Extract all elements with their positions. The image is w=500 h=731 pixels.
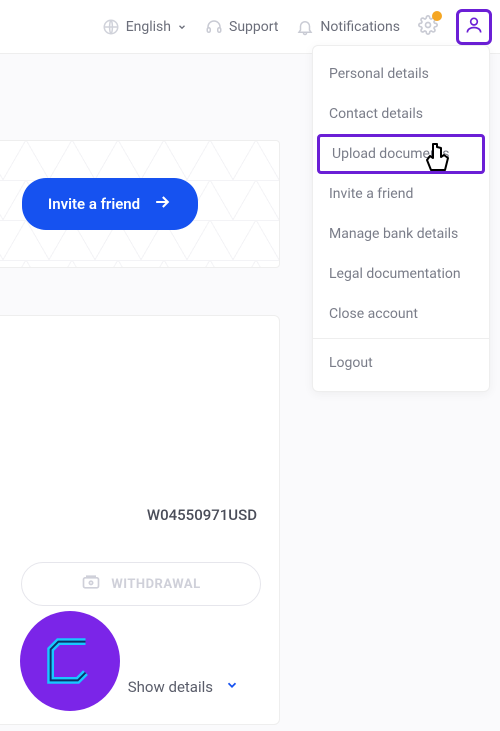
profile-button[interactable] (456, 9, 492, 45)
brand-badge[interactable] (20, 611, 120, 711)
invite-button-label: Invite a friend (48, 195, 140, 213)
menu-legal-docs[interactable]: Legal documentation (313, 254, 489, 294)
support-link[interactable]: Support (205, 18, 278, 36)
brand-logo-icon (39, 630, 101, 692)
globe-icon (102, 18, 120, 36)
chevron-down-icon (225, 678, 239, 696)
show-details-toggle[interactable]: Show details (128, 678, 239, 696)
headset-icon (205, 18, 223, 36)
menu-logout[interactable]: Logout (313, 343, 489, 383)
menu-close-account[interactable]: Close account (313, 294, 489, 334)
settings-button[interactable] (418, 15, 438, 39)
invite-card: Invite a friend (0, 140, 280, 268)
language-selector[interactable]: English (102, 18, 187, 36)
invite-friend-button[interactable]: Invite a friend (22, 178, 198, 230)
wallet-id: W04550971USD (147, 506, 257, 524)
menu-manage-bank[interactable]: Manage bank details (313, 214, 489, 254)
person-icon (464, 15, 484, 39)
menu-invite-friend[interactable]: Invite a friend (313, 174, 489, 214)
withdraw-label: WITHDRAWAL (111, 577, 200, 592)
arrow-right-icon (152, 192, 172, 216)
menu-divider (313, 338, 489, 339)
menu-upload-documents[interactable]: Upload documents (317, 134, 485, 174)
notification-badge (432, 11, 442, 21)
withdrawal-button[interactable]: WITHDRAWAL (21, 562, 261, 606)
profile-dropdown: Personal details Contact details Upload … (312, 45, 490, 392)
show-details-label: Show details (128, 678, 213, 696)
chevron-down-icon (177, 22, 187, 32)
menu-contact-details[interactable]: Contact details (313, 94, 489, 134)
language-label: English (126, 19, 171, 35)
notifications-label: Notifications (320, 19, 400, 35)
menu-personal-details[interactable]: Personal details (313, 54, 489, 94)
withdraw-icon (81, 572, 101, 596)
bell-icon (296, 18, 314, 36)
cursor-pointer-icon (420, 140, 454, 184)
support-label: Support (229, 19, 278, 35)
notifications-link[interactable]: Notifications (296, 18, 400, 36)
